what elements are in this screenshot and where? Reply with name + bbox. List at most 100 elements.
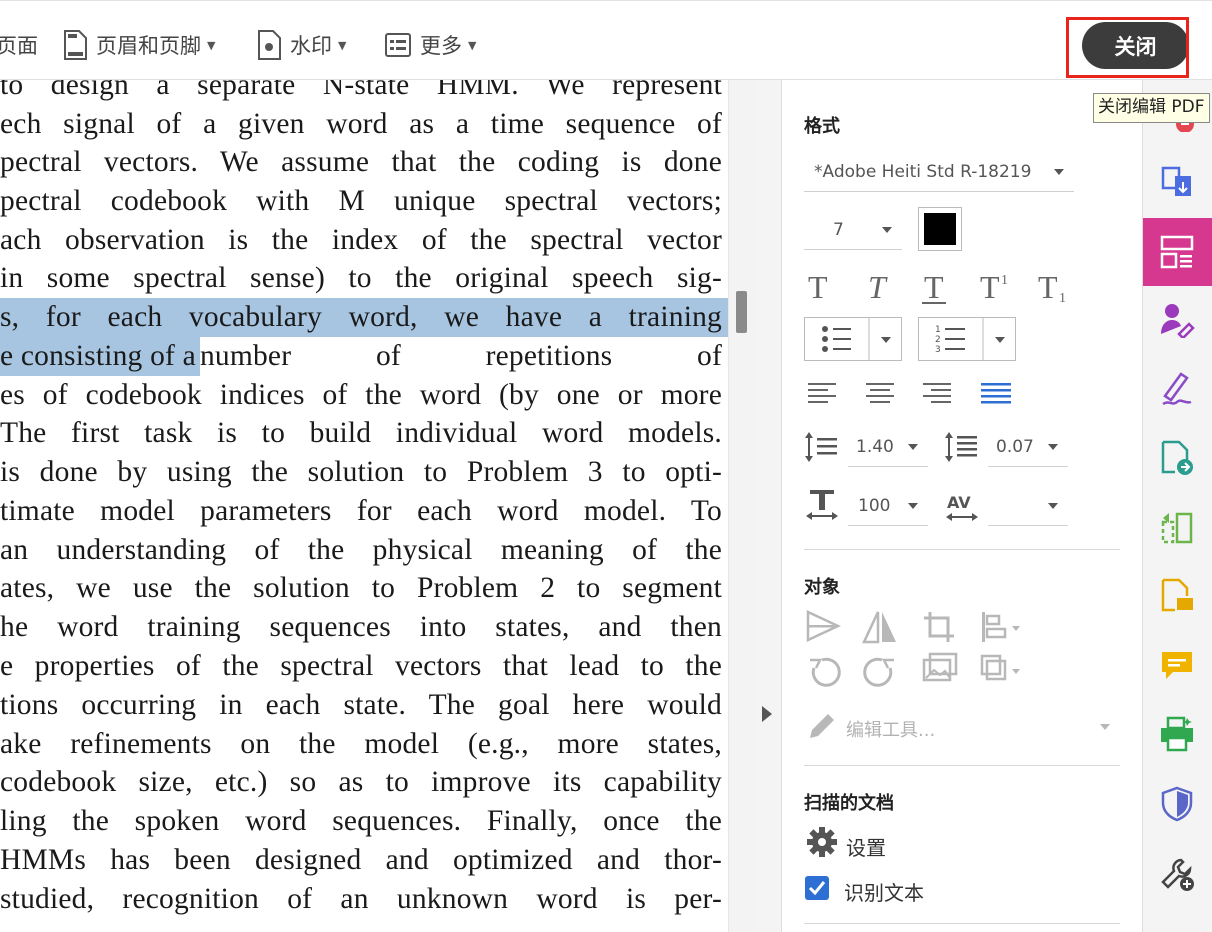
section-divider — [804, 765, 1120, 766]
bold-icon: T — [808, 270, 828, 305]
comment-file-icon — [1161, 578, 1193, 612]
close-button-highlight — [1066, 17, 1189, 78]
edit-tool-dropdown-arrow[interactable] — [1100, 724, 1110, 730]
rail-tool-comment[interactable] — [1157, 646, 1197, 686]
rail-tool-print[interactable] — [1157, 714, 1197, 754]
settings-link[interactable]: 设置 — [846, 832, 886, 861]
chevron-down-icon — [908, 444, 918, 450]
organize-pages-icon — [1161, 512, 1193, 544]
format-section-title: 格式 — [804, 116, 840, 137]
document-page[interactable]: to design a separate N-state HMM. We rep… — [0, 80, 728, 932]
document-line: The first task is to build individual wo… — [0, 417, 722, 449]
format-panel: 格式 *Adobe Heiti Std R-18219 7 T T T T 1 … — [782, 80, 1142, 932]
font-color-picker[interactable] — [918, 207, 962, 251]
collapse-arrow-icon[interactable] — [762, 706, 772, 722]
line-spacing-icon — [805, 432, 837, 462]
horizontal-scale-icon — [806, 490, 838, 520]
document-line-selected: s, for each vocabulary word, we have a t… — [0, 298, 728, 337]
document-line: he word training sequences into states, … — [0, 611, 722, 643]
horizontal-scale-value: 100 — [858, 495, 891, 516]
underline-icon: T — [924, 270, 944, 305]
paragraph-spacing-value: 0.07 — [996, 436, 1034, 457]
svg-text:1: 1 — [935, 325, 941, 335]
rail-tool-fill-sign[interactable] — [1157, 368, 1197, 408]
close-tooltip: 关闭编辑 PDF — [1093, 93, 1210, 123]
document-line: HMMs has been designed and optimized and… — [0, 844, 722, 876]
edit-tool-pencil-icon — [810, 714, 834, 738]
document-line: an understanding of the physical meaning… — [0, 534, 722, 566]
font-size-dropdown[interactable]: 7 — [804, 210, 902, 250]
rail-tool-send[interactable] — [1157, 438, 1197, 478]
document-text: number of repetitions of — [199, 340, 722, 372]
toolbar-header-footer-label: 页眉和页脚 — [96, 34, 201, 58]
text-style-icons: T T T T 1 T 1 — [808, 270, 1066, 306]
document-line: ates, we use the solution to Problem 2 t… — [0, 572, 722, 604]
rail-tool-organize[interactable] — [1157, 508, 1197, 548]
line-spacing-dropdown[interactable]: 1.40 — [848, 427, 928, 467]
horizontal-scale-dropdown[interactable]: 100 — [848, 486, 928, 526]
italic-icon: T — [868, 270, 888, 305]
section-divider — [804, 549, 1120, 550]
arrange-icon — [980, 654, 1020, 681]
edit-tool-label: 编辑工具... — [846, 720, 936, 741]
numbered-list-icon: 123 — [935, 318, 1005, 360]
toolbar-more-button[interactable]: 更多 ▼ — [384, 28, 476, 62]
replace-image-icon — [922, 652, 958, 682]
document-line: ach observation is the index of the spec… — [0, 224, 722, 256]
toolbar-pages-label: 页面 — [0, 34, 38, 58]
font-size-value: 7 — [833, 219, 844, 240]
toolbar-more-label: 更多 — [420, 34, 462, 58]
panel-collapse-strip[interactable] — [754, 80, 782, 932]
svg-text:1: 1 — [1001, 273, 1008, 288]
character-spacing-icon: AV — [946, 493, 978, 521]
scrollbar-thumb[interactable] — [736, 291, 747, 333]
send-for-review-icon — [1161, 440, 1193, 475]
watermark-icon — [258, 30, 281, 60]
selected-text: e consisting of a — [0, 337, 200, 376]
edit-pdf-icon — [1160, 235, 1194, 269]
rail-tool-more-tools[interactable] — [1157, 854, 1197, 894]
objects-section-title: 对象 — [804, 577, 840, 598]
rail-tool-comment-file[interactable] — [1157, 576, 1197, 616]
recognize-text-label: 识别文本 — [844, 881, 924, 905]
toolbar-header-footer-button[interactable]: 页眉和页脚 ▼ — [62, 28, 215, 62]
alignment-icons[interactable] — [808, 381, 1018, 405]
rail-tool-protect[interactable] — [1157, 784, 1197, 824]
bullet-list-button[interactable] — [804, 317, 902, 361]
print-production-icon — [1161, 716, 1193, 752]
svg-text:AV: AV — [947, 493, 971, 512]
chevron-down-icon — [908, 503, 918, 509]
document-line: codebook size, etc.) so as to improve it… — [0, 766, 722, 798]
paragraph-spacing-icon — [945, 432, 977, 462]
font-color-swatch — [924, 213, 956, 245]
toolbar-pages-button[interactable]: 页面 — [0, 28, 38, 62]
document-line: ake refinements on the model (e.g., more… — [0, 728, 722, 760]
rail-tool-sign[interactable] — [1157, 300, 1197, 340]
character-spacing-dropdown[interactable] — [988, 486, 1068, 526]
flip-horizontal-icon — [862, 611, 896, 644]
justify-icon — [981, 383, 1011, 404]
document-line: to design a separate N-state HMM. We rep… — [0, 80, 722, 101]
rail-tool-edit-pdf[interactable] — [1157, 232, 1197, 272]
font-family-dropdown[interactable]: *Adobe Heiti Std R-18219 — [804, 152, 1074, 192]
line-spacing-value: 1.40 — [856, 436, 894, 457]
chevron-down-icon — [1048, 503, 1058, 509]
chevron-down-icon: ▼ — [338, 38, 347, 52]
font-family-value: *Adobe Heiti Std R-18219 — [814, 161, 1032, 182]
chevron-down-icon — [1048, 444, 1058, 450]
rotate-ccw-icon — [810, 657, 841, 687]
shield-icon — [1161, 786, 1193, 822]
numbered-list-button[interactable]: 123 — [918, 317, 1016, 361]
chevron-down-icon: ▼ — [468, 38, 477, 52]
gear-icon — [807, 827, 837, 857]
recognize-text-checkbox[interactable] — [805, 876, 829, 900]
convert-pdf-icon — [1161, 166, 1191, 196]
document-line: pectral codebook with M unique spectral … — [0, 185, 722, 217]
bullet-list-icon — [822, 318, 891, 360]
object-tools — [806, 610, 1020, 687]
toolbar-watermark-button[interactable]: 水印 ▼ — [256, 28, 346, 62]
rail-tool-convert[interactable] — [1157, 162, 1197, 202]
paragraph-spacing-dropdown[interactable]: 0.07 — [988, 427, 1068, 467]
flip-vertical-icon — [806, 610, 841, 642]
vertical-scrollbar[interactable] — [728, 80, 754, 932]
